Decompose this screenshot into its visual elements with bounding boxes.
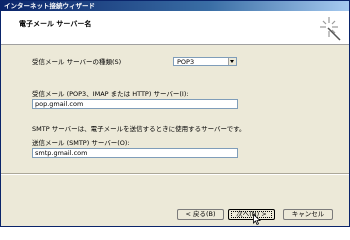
- incoming-server-type-value: POP3: [177, 58, 195, 66]
- page-title: 電子メール サーバー名: [19, 20, 92, 28]
- cancel-button[interactable]: キャンセル: [283, 209, 333, 220]
- title-bar[interactable]: インターネット接続ウィザード: [1, 1, 349, 11]
- smtp-description: SMTP サーバーは、電子メールを送信するときに使用するサーバーです。: [32, 125, 246, 133]
- window-title: インターネット接続ウィザード: [4, 2, 95, 10]
- dropdown-arrow-icon[interactable]: [228, 58, 236, 65]
- mouse-cursor-icon: [253, 214, 261, 225]
- outgoing-server-input[interactable]: smtp.gmail.com: [32, 148, 238, 158]
- back-button[interactable]: < 戻る(B): [177, 209, 224, 220]
- wizard-header: 電子メール サーバー名: [1, 11, 349, 45]
- incoming-server-type-label: 受信メール サーバーの種類(S): [32, 58, 122, 66]
- button-divider: [1, 173, 349, 175]
- wizard-window: インターネット接続ウィザード 電子メール サーバー名 受信メール サーバーの種類…: [0, 0, 350, 227]
- outgoing-server-label: 送信メール (SMTP) サーバー(O):: [32, 139, 130, 147]
- next-button[interactable]: 次へ(N) >: [228, 209, 275, 220]
- incoming-server-type-select[interactable]: POP3: [173, 57, 237, 66]
- wizard-wand-icon: [320, 17, 341, 41]
- incoming-server-input[interactable]: pop.gmail.com: [32, 99, 238, 109]
- incoming-server-label: 受信メール (POP3、IMAP または HTTP) サーバー(I):: [32, 90, 189, 98]
